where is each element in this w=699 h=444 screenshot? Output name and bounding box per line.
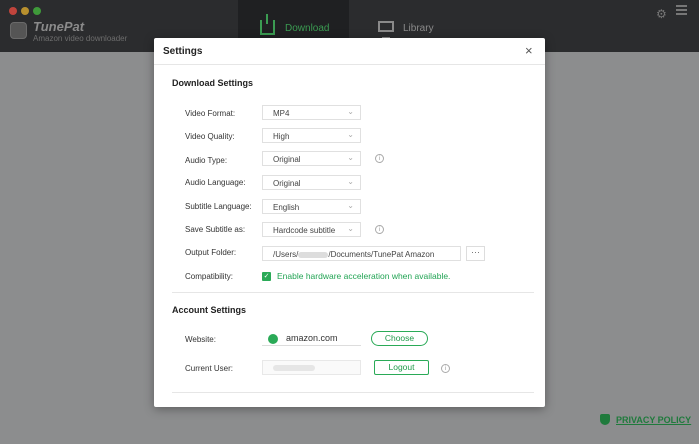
divider bbox=[154, 64, 545, 65]
settings-dialog: Settings × Download Settings Video Forma… bbox=[154, 38, 545, 407]
audio-type-label: Audio Type: bbox=[185, 156, 228, 165]
save-subtitle-label: Save Subtitle as: bbox=[185, 225, 246, 234]
app-subtitle: Amazon video downloader bbox=[33, 34, 128, 43]
app-logo-icon bbox=[10, 22, 27, 39]
compatibility-label: Compatibility: bbox=[185, 272, 234, 281]
audio-language-select[interactable]: Original ⌄ bbox=[262, 175, 361, 190]
close-window-button[interactable] bbox=[9, 7, 17, 15]
subtitle-language-label: Subtitle Language: bbox=[185, 202, 252, 211]
save-subtitle-select[interactable]: Hardcode subtitle ⌄ bbox=[262, 222, 361, 237]
chevron-down-icon: ⌄ bbox=[347, 107, 354, 116]
info-icon[interactable]: i bbox=[441, 364, 450, 373]
browse-folder-button[interactable]: ··· bbox=[466, 246, 485, 261]
current-user-label: Current User: bbox=[185, 364, 234, 373]
audio-type-select[interactable]: Original ⌄ bbox=[262, 151, 361, 166]
account-settings-heading: Account Settings bbox=[172, 305, 247, 315]
chevron-down-icon: ⌄ bbox=[347, 130, 354, 139]
menu-icon[interactable] bbox=[676, 5, 687, 17]
close-icon[interactable]: × bbox=[525, 43, 533, 58]
divider bbox=[172, 392, 534, 393]
choose-button[interactable]: Choose bbox=[371, 331, 428, 346]
output-folder-input[interactable]: /Users//Documents/TunePat Amazon bbox=[262, 246, 461, 261]
globe-icon bbox=[268, 334, 278, 344]
nav-download-label[interactable]: Download bbox=[285, 23, 329, 34]
subtitle-language-select[interactable]: English ⌄ bbox=[262, 199, 361, 214]
video-format-label: Video Format: bbox=[185, 109, 236, 118]
chevron-down-icon: ⌄ bbox=[347, 153, 354, 162]
app-name: TunePat bbox=[33, 19, 85, 34]
divider bbox=[172, 292, 534, 293]
output-folder-label: Output Folder: bbox=[185, 248, 237, 257]
download-icon bbox=[260, 14, 275, 35]
hardware-acceleration-label[interactable]: Enable hardware acceleration when availa… bbox=[277, 271, 450, 281]
logout-button[interactable]: Logout bbox=[374, 360, 429, 375]
download-settings-heading: Download Settings bbox=[172, 78, 253, 88]
redacted-user bbox=[273, 365, 315, 371]
video-format-select[interactable]: MP4 ⌄ bbox=[262, 105, 361, 120]
library-icon bbox=[378, 21, 394, 39]
chevron-down-icon: ⌄ bbox=[347, 177, 354, 186]
info-icon[interactable]: i bbox=[375, 225, 384, 234]
gear-icon[interactable]: ⚙ bbox=[656, 7, 667, 21]
privacy-policy-link[interactable]: PRIVACY POLICY bbox=[616, 415, 691, 425]
minimize-window-button[interactable] bbox=[21, 7, 29, 15]
chevron-down-icon: ⌄ bbox=[347, 201, 354, 210]
hardware-acceleration-checkbox[interactable]: ✓ bbox=[262, 272, 271, 281]
info-icon[interactable]: i bbox=[375, 154, 384, 163]
redacted-username bbox=[298, 251, 329, 258]
nav-library-label[interactable]: Library bbox=[403, 23, 434, 34]
website-label: Website: bbox=[185, 335, 216, 344]
current-user-field bbox=[262, 360, 361, 375]
audio-language-label: Audio Language: bbox=[185, 178, 246, 187]
dialog-title: Settings bbox=[163, 46, 203, 57]
maximize-window-button[interactable] bbox=[33, 7, 41, 15]
chevron-down-icon: ⌄ bbox=[347, 224, 354, 233]
video-quality-label: Video Quality: bbox=[185, 132, 235, 141]
shield-icon bbox=[600, 414, 610, 425]
video-quality-select[interactable]: High ⌄ bbox=[262, 128, 361, 143]
